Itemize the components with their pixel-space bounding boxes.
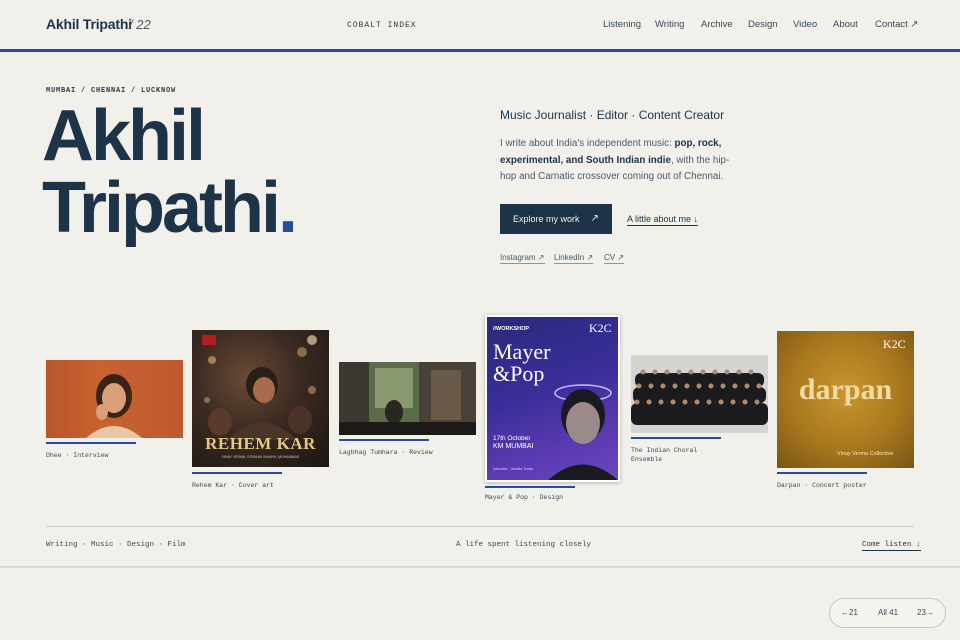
darpan-subtitle: Vinay Verma Collective <box>837 451 894 457</box>
caption-lagbhag-tumhara: Lagbhag Tumhara · Review <box>339 449 433 456</box>
linkedin-link[interactable]: LinkedIn ↗ <box>554 253 594 264</box>
nav-archive[interactable]: Archive <box>701 19 733 30</box>
caption-choral-line1: The Indian Choral <box>631 447 698 454</box>
nav-listening[interactable]: Listening <box>603 19 641 30</box>
explore-work-button[interactable]: Explore my work ↗ <box>500 204 612 234</box>
card-rule <box>339 439 429 441</box>
nav-video[interactable]: Video <box>793 19 817 30</box>
nav-writing[interactable]: Writing <box>655 19 684 30</box>
lagbhag-tumhara-still <box>339 362 476 435</box>
event-date: 17th October <box>493 435 531 442</box>
rehem-kar-poster: REHEM KAR VINAY VERMA, ROSHAN SHAIKH, MO… <box>192 330 329 467</box>
workshop-tag: //WORKSHOP <box>493 326 530 332</box>
caption-choral-ensemble: The Indian Choral Ensemble <box>631 446 697 464</box>
cv-link[interactable]: CV ↗ <box>604 253 625 264</box>
rehem-kar-title: REHEM KAR <box>205 434 316 453</box>
card-rule <box>46 442 136 444</box>
brand-name[interactable]: Akhil Tripathi <box>46 16 132 32</box>
darpan-poster: K2C darpan Vinay Verma Collective <box>777 331 914 468</box>
issue-pager: ←21 All 41 23→ <box>829 598 946 628</box>
nav-design[interactable]: Design <box>748 19 778 30</box>
issue-number: / 22 <box>129 17 151 32</box>
choral-ensemble-photo <box>631 355 768 433</box>
come-listen-link[interactable]: Come listen ↓ <box>862 541 921 551</box>
site-header: Akhil Tripathi / 22 COBALT INDEX Listeni… <box>0 0 960 52</box>
event-place: KM MUMBAI <box>493 443 534 450</box>
about-me-link[interactable]: A little about me ↓ <box>627 214 699 226</box>
card-rule <box>485 486 575 488</box>
footer-tagline: A life spent listening closely <box>456 541 592 549</box>
darpan-k2c-logo: K2C <box>883 337 906 351</box>
caption-mayer-pop: Mayer & Pop · Design <box>485 494 564 501</box>
all-issues-link[interactable]: All 41 <box>878 608 898 617</box>
nav-about[interactable]: About <box>833 19 858 30</box>
nav-contact[interactable]: Contact ↗ <box>875 19 918 30</box>
darpan-title: darpan <box>798 373 893 406</box>
hero-name-last: Tripathi <box>42 168 281 248</box>
role-title: Music Journalist · Editor · Content Crea… <box>500 108 725 122</box>
hero-name-first: Akhil <box>42 96 206 176</box>
prev-issue-link[interactable]: ←21 <box>841 608 858 617</box>
divider <box>46 526 914 527</box>
arrow-up-right-icon: ↗ <box>590 213 599 224</box>
explore-label: Explore my work <box>513 214 580 224</box>
card-rule <box>631 437 721 439</box>
caption-rehem-kar: Rehem Kar · Cover art <box>192 482 274 489</box>
instagram-link[interactable]: Instagram ↗ <box>500 253 545 264</box>
site-name: COBALT INDEX <box>347 21 417 30</box>
caption-choral-line2: Ensemble <box>631 456 663 463</box>
bio-pre: I write about India's independent music: <box>500 138 675 149</box>
rehem-kar-credits: VINAY VERMA, ROSHAN SHAIKH, MOHAMMAD <box>221 455 300 459</box>
hero-name-last-line: Tripathi. <box>42 172 298 244</box>
caption-darpan: Darpan · Concert poster <box>777 482 867 489</box>
bio-text: I write about India's independent music:… <box>500 136 732 186</box>
k2c-logo: K2C <box>589 321 612 335</box>
next-issue-link[interactable]: 23→ <box>917 608 934 617</box>
card-rule <box>777 472 867 474</box>
card-rule <box>192 472 282 474</box>
mayer-pop-poster: //WORKSHOP K2C Mayer &Pop 17th October K… <box>485 315 620 482</box>
dhee-photo <box>46 360 183 438</box>
footer-categories: Writing · Music · Design · Film <box>46 541 186 549</box>
instructor-note: Instructor - Vandita Tomar <box>493 467 533 471</box>
hero-dot: . <box>278 168 298 248</box>
locations: MUMBAI / CHENNAI / LUCKNOW <box>46 87 177 95</box>
caption-dhee: Dhee · Interview <box>46 452 109 459</box>
divider <box>0 566 960 568</box>
hero-name: Akhil Tripathi. <box>42 96 298 244</box>
